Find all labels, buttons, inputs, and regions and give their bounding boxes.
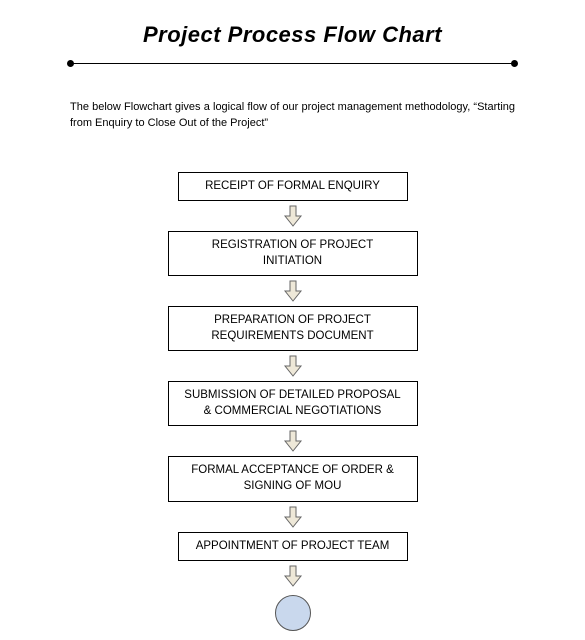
rule-dot-right [511,60,518,67]
down-arrow-icon [283,280,303,302]
down-arrow-icon [283,506,303,528]
flowchart: RECEIPT OF FORMAL ENQUIRY REGISTRATION O… [0,172,585,631]
down-arrow-icon [283,355,303,377]
down-arrow-icon [283,565,303,587]
page-title: Project Process Flow Chart [0,22,585,48]
terminal-circle [275,595,311,631]
step-box: SUBMISSION OF DETAILED PROPOSAL & COMMER… [168,381,418,426]
step-box: PREPARATION OF PROJECT REQUIREMENTS DOCU… [168,306,418,351]
title-container: Project Process Flow Chart [0,0,585,48]
step-box: APPOINTMENT OF PROJECT TEAM [178,532,408,562]
down-arrow-icon [283,205,303,227]
title-rule [70,60,515,68]
intro-paragraph: The below Flowchart gives a logical flow… [70,100,515,132]
step-box: RECEIPT OF FORMAL ENQUIRY [178,172,408,202]
step-box: REGISTRATION OF PROJECT INITIATION [168,231,418,276]
rule-line [70,63,515,64]
step-box: FORMAL ACCEPTANCE OF ORDER & SIGNING OF … [168,456,418,501]
down-arrow-icon [283,430,303,452]
